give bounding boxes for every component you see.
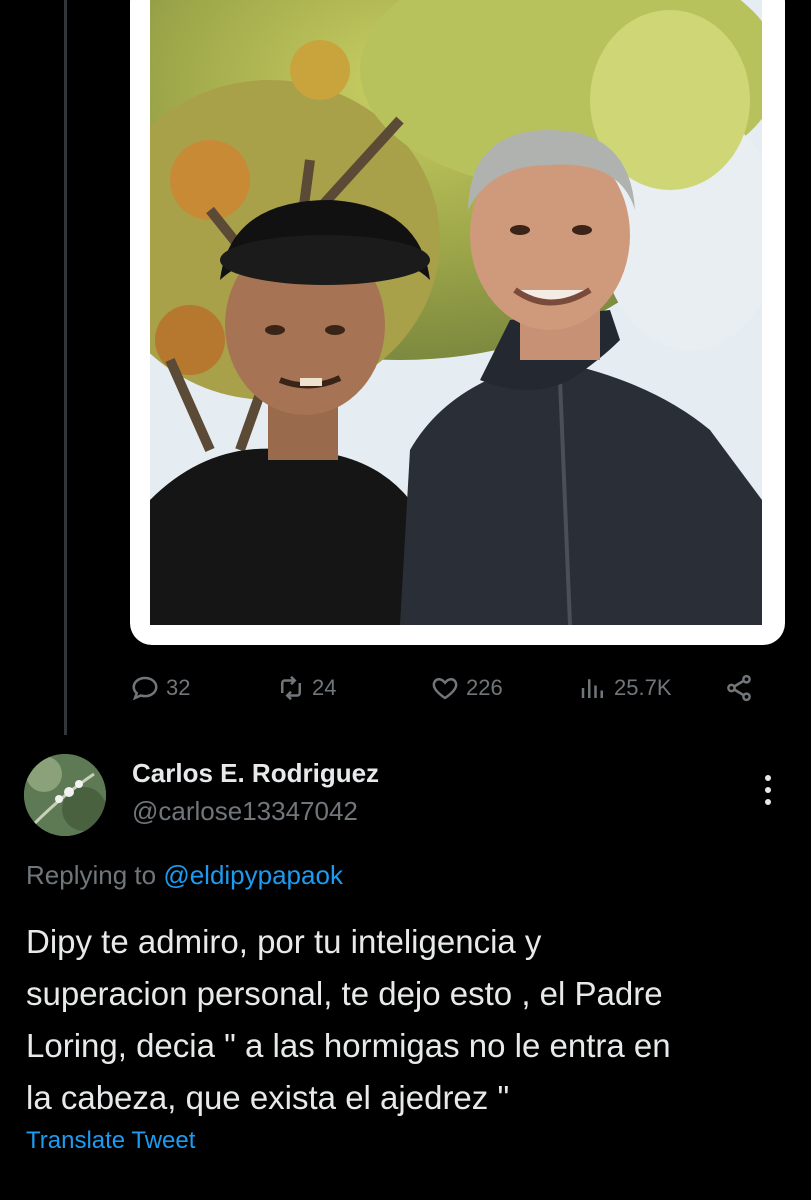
reply-count: 32 — [166, 675, 191, 700]
replying-to: Replying to @eldipypapaok — [26, 860, 343, 891]
views-count: 25.7K — [614, 675, 672, 700]
heart-icon — [432, 677, 458, 700]
retweet-count: 24 — [312, 675, 337, 700]
views-button[interactable]: 25.7K — [578, 673, 672, 703]
like-count: 226 — [466, 675, 503, 700]
thread-line — [64, 0, 67, 735]
replying-to-prefix: Replying to — [26, 860, 164, 890]
speech-bubble-icon — [132, 676, 158, 701]
avatar[interactable] — [24, 754, 106, 836]
tweet-text: Dipy te admiro, por tu inteligencia y su… — [26, 923, 671, 1116]
share-button[interactable] — [724, 673, 754, 703]
share-icon — [727, 674, 751, 702]
vertical-dots-icon — [765, 775, 771, 805]
bar-chart-icon — [581, 679, 603, 698]
author-handle[interactable]: @carlose13347042 — [132, 796, 358, 827]
tweet-image[interactable] — [130, 0, 785, 645]
tweet-actions: 32 24 226 25.7K — [130, 668, 770, 708]
author-name[interactable]: Carlos E. Rodriguez — [132, 758, 379, 789]
retweet-button[interactable]: 24 — [276, 673, 336, 703]
more-options-button[interactable] — [750, 770, 786, 810]
photo — [150, 0, 762, 625]
like-button[interactable]: 226 — [430, 673, 503, 703]
reply-button[interactable]: 32 — [130, 673, 190, 703]
mention-link[interactable]: @eldipypapaok — [163, 860, 343, 890]
retweet-icon — [281, 675, 301, 701]
translate-tweet-link[interactable]: Translate Tweet — [26, 1127, 195, 1155]
